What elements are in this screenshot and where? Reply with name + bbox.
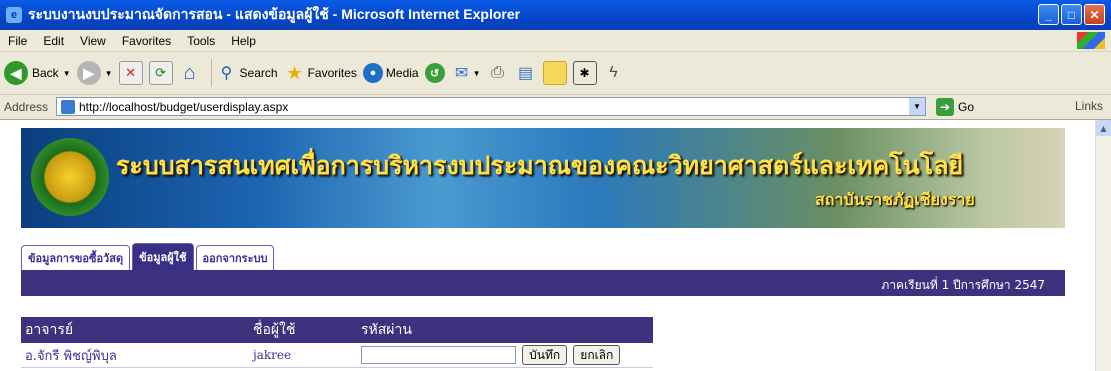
research-button[interactable]: ϟ bbox=[603, 62, 625, 84]
search-label: Search bbox=[239, 66, 278, 80]
column-header-teacher: อาจารย์ bbox=[21, 317, 249, 343]
address-bar: Address http://localhost/budget/userdisp… bbox=[0, 95, 1111, 120]
standard-toolbar: ◀ Back ▼ ▶ ▼ ✕ ⟳ ⌂ ⚲ Search ★ Favorites … bbox=[0, 52, 1111, 95]
discuss-note-icon bbox=[542, 61, 567, 85]
back-arrow-icon: ◀ bbox=[4, 61, 28, 85]
refresh-icon: ⟳ bbox=[148, 61, 173, 85]
username-cell: jakree bbox=[249, 343, 357, 368]
favorites-button[interactable]: ★ Favorites bbox=[284, 62, 357, 84]
window-title-bar: e ระบบงานงบประมาณจัดการสอน - แสดงข้อมูลผ… bbox=[0, 0, 1111, 30]
back-button[interactable]: ◀ Back ▼ bbox=[4, 61, 71, 85]
tab-user-info[interactable]: ข้อมูลผู้ใช้ bbox=[132, 243, 194, 270]
stop-button[interactable]: ✕ bbox=[118, 61, 143, 85]
menu-view[interactable]: View bbox=[72, 34, 114, 48]
maximize-button[interactable]: □ bbox=[1061, 4, 1082, 25]
ie-app-icon: e bbox=[6, 7, 22, 23]
research-icon: ϟ bbox=[609, 64, 618, 81]
header-banner: ระบบสารสนเทศเพื่อการบริหารงบประมาณของคณะ… bbox=[21, 128, 1065, 228]
teacher-cell: อ.จักรี พิชญ์พิบุล bbox=[21, 343, 249, 368]
menu-edit[interactable]: Edit bbox=[35, 34, 72, 48]
vertical-scrollbar[interactable]: ▲ bbox=[1095, 120, 1111, 371]
chevron-down-icon: ▼ bbox=[472, 68, 481, 78]
media-button[interactable]: ● Media bbox=[362, 63, 419, 83]
semester-label: ภาคเรียนที่ 1 ปีการศึกษา 2547 bbox=[881, 278, 1045, 292]
stop-icon: ✕ bbox=[118, 61, 143, 85]
password-input[interactable] bbox=[361, 345, 516, 364]
close-button[interactable]: ✕ bbox=[1084, 4, 1105, 25]
minimize-button[interactable]: _ bbox=[1038, 4, 1059, 25]
semester-bar: ภาคเรียนที่ 1 ปีการศึกษา 2547 bbox=[21, 270, 1065, 296]
windows-logo-icon bbox=[1077, 32, 1105, 49]
go-label: Go bbox=[958, 100, 975, 114]
column-header-username: ชื่อผู้ใช้ bbox=[249, 317, 357, 343]
search-icon: ⚲ bbox=[220, 65, 233, 82]
forward-arrow-icon: ▶ bbox=[76, 61, 101, 85]
back-label: Back bbox=[32, 66, 59, 80]
menu-file[interactable]: File bbox=[0, 34, 35, 48]
address-input[interactable]: http://localhost/budget/userdisplay.aspx… bbox=[56, 97, 926, 116]
history-button[interactable]: ↺ bbox=[424, 63, 445, 83]
print-icon: ⎙ bbox=[491, 64, 504, 81]
cancel-button[interactable]: ยกเลิก bbox=[573, 345, 621, 365]
scroll-up-arrow-icon[interactable]: ▲ bbox=[1096, 120, 1111, 136]
column-header-password: รหัสผ่าน bbox=[357, 317, 653, 343]
mail-icon: ✉ bbox=[454, 65, 469, 82]
edit-button[interactable]: ▤ bbox=[515, 62, 537, 84]
window-title: ระบบงานงบประมาณจัดการสอน - แสดงข้อมูลผู้… bbox=[28, 6, 521, 22]
messenger-icon: ✱ bbox=[572, 61, 597, 85]
menu-help[interactable]: Help bbox=[223, 34, 264, 48]
tab-purchase-requests[interactable]: ข้อมูลการขอซื้อวัสดุ bbox=[21, 245, 131, 270]
toolbar-separator bbox=[210, 59, 212, 87]
favorites-label: Favorites bbox=[307, 66, 357, 80]
forward-button[interactable]: ▶ ▼ bbox=[76, 61, 113, 85]
refresh-button[interactable]: ⟳ bbox=[148, 61, 173, 85]
address-dropdown-icon[interactable]: ▼ bbox=[909, 98, 925, 115]
tab-logout[interactable]: ออกจากระบบ bbox=[195, 245, 275, 270]
links-button[interactable]: Links bbox=[1075, 99, 1103, 113]
menu-favorites[interactable]: Favorites bbox=[114, 34, 179, 48]
tab-bar: ข้อมูลการขอซื้อวัสดุ ข้อมูลผู้ใช้ ออกจาก… bbox=[21, 242, 276, 270]
table-row: อ.จักรี พิชญ์พิบุล jakree บันทึก ยกเลิก bbox=[21, 343, 653, 368]
media-label: Media bbox=[385, 66, 419, 80]
page-content: ระบบสารสนเทศเพื่อการบริหารงบประมาณของคณะ… bbox=[0, 120, 1096, 371]
user-table: อาจารย์ ชื่อผู้ใช้ รหัสผ่าน อ.จักรี พิชญ… bbox=[21, 317, 653, 368]
edit-page-icon: ▤ bbox=[517, 65, 534, 82]
table-header-row: อาจารย์ ชื่อผู้ใช้ รหัสผ่าน bbox=[21, 317, 653, 343]
banner-title: ระบบสารสนเทศเพื่อการบริหารงบประมาณของคณะ… bbox=[116, 151, 964, 180]
messenger-button[interactable]: ✱ bbox=[572, 61, 597, 85]
menu-tools[interactable]: Tools bbox=[179, 34, 223, 48]
mail-button[interactable]: ✉ ▼ bbox=[451, 62, 481, 84]
address-label: Address bbox=[4, 100, 49, 114]
banner-subtitle: สถาบันราชภัฏเชียงราย bbox=[815, 190, 975, 209]
search-button[interactable]: ⚲ Search bbox=[216, 62, 278, 84]
media-icon: ● bbox=[362, 63, 383, 83]
address-url: http://localhost/budget/userdisplay.aspx bbox=[79, 99, 289, 114]
discuss-button[interactable] bbox=[542, 61, 567, 85]
home-icon: ⌂ bbox=[183, 61, 196, 84]
chevron-down-icon: ▼ bbox=[62, 68, 71, 78]
go-arrow-icon: ➔ bbox=[936, 98, 954, 116]
password-cell: บันทึก ยกเลิก bbox=[357, 343, 653, 368]
go-button[interactable]: ➔ Go bbox=[936, 98, 974, 116]
history-icon: ↺ bbox=[424, 63, 445, 83]
favorites-star-icon: ★ bbox=[286, 62, 303, 83]
page-icon bbox=[61, 99, 75, 114]
print-button[interactable]: ⎙ bbox=[487, 62, 509, 84]
home-button[interactable]: ⌂ bbox=[179, 62, 201, 84]
chevron-down-icon: ▼ bbox=[104, 68, 113, 78]
save-button[interactable]: บันทึก bbox=[522, 345, 568, 365]
menu-bar: File Edit View Favorites Tools Help bbox=[0, 30, 1111, 52]
window-controls: _ □ ✕ bbox=[1038, 4, 1105, 25]
university-logo bbox=[31, 138, 109, 216]
